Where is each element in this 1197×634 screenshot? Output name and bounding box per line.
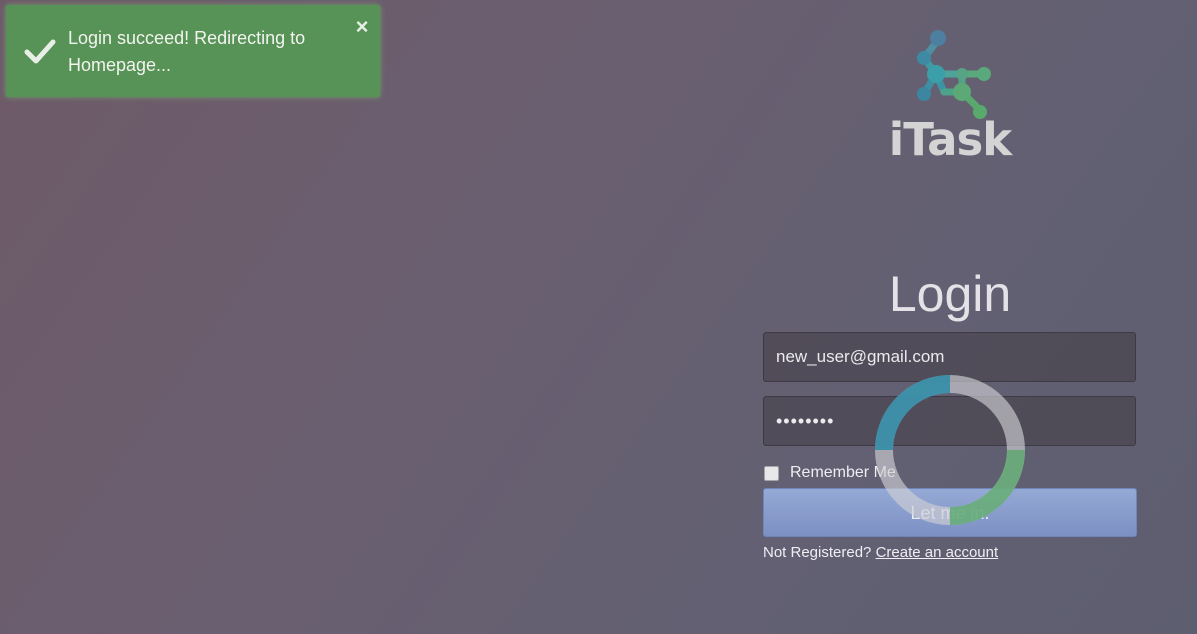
register-prompt-text: Not Registered? [763, 544, 872, 561]
check-icon [24, 39, 56, 64]
remember-me[interactable]: Remember Me [763, 462, 896, 484]
close-icon[interactable]: × [350, 15, 374, 39]
toast-message: Login succeed! Redirecting to Homepage..… [68, 28, 306, 75]
page-title: Login [888, 266, 1012, 322]
remember-me-label: Remember Me [790, 464, 896, 481]
email-field[interactable] [763, 332, 1136, 382]
password-field[interactable] [763, 396, 1136, 446]
login-button[interactable]: Let me in. [763, 488, 1137, 537]
brand-name: iTask [888, 113, 1012, 166]
remember-me-checkbox[interactable] [764, 465, 779, 481]
success-toast: Login succeed! Redirecting to Homepage..… [6, 5, 380, 97]
register-prompt: Not Registered? Create an account [763, 544, 998, 561]
create-account-link[interactable]: Create an account [876, 544, 999, 561]
